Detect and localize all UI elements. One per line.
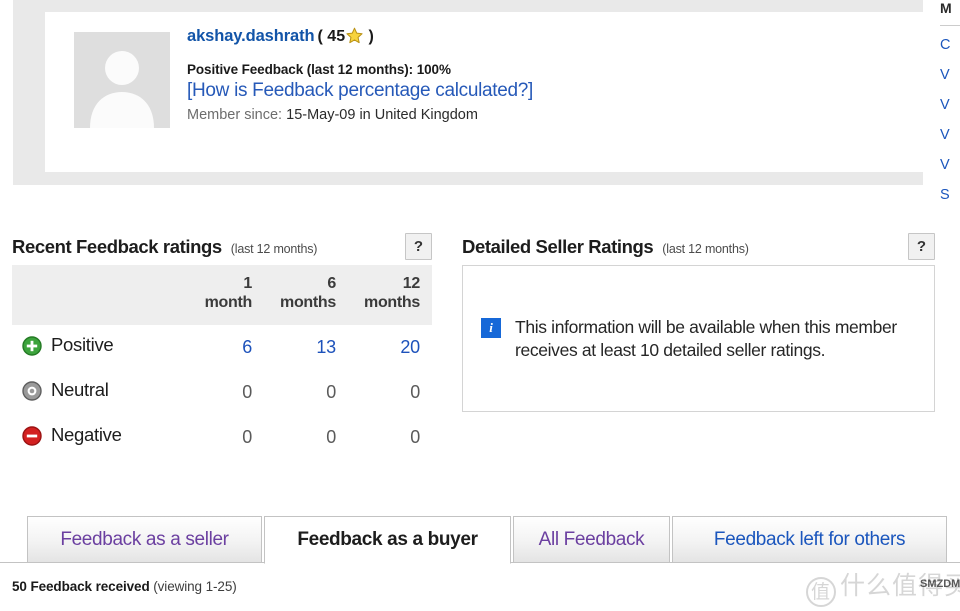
header-12-months: 12 months <box>348 265 432 325</box>
tab-feedback-left-for-others[interactable]: Feedback left for others <box>672 516 947 563</box>
header-1-month: 1 month <box>180 265 264 325</box>
positive-6-months-link[interactable]: 13 <box>316 337 336 357</box>
recent-feedback-table: 1 month 6 months 12 months Positive 6 13… <box>12 265 432 460</box>
member-since-line: Member since: 15-May-09 in United Kingdo… <box>187 107 887 123</box>
feedback-viewing-range: (viewing 1-25) <box>153 579 237 594</box>
profile-info: akshay.dashrath( 45 ) Positive Feedback … <box>187 27 887 123</box>
right-rail-link-6[interactable]: S <box>940 187 960 203</box>
info-icon: i <box>481 318 501 338</box>
header-6-months: 6 months <box>264 265 348 325</box>
username-link[interactable]: akshay.dashrath <box>187 27 315 45</box>
positive-plus-icon <box>22 336 42 361</box>
right-rail-title: M <box>940 0 952 16</box>
recent-feedback-header: Recent Feedback ratings (last 12 months)… <box>12 233 432 260</box>
right-rail-divider <box>940 25 960 26</box>
dsr-title: Detailed Seller Ratings <box>462 235 654 257</box>
feedback-tabs: Feedback as a seller Feedback as a buyer… <box>0 516 960 564</box>
right-rail-link-4[interactable]: V <box>940 127 960 143</box>
neutral-6-months: 0 <box>326 381 336 402</box>
negative-label: Negative <box>51 423 122 445</box>
member-since-label: Member since: <box>187 106 283 123</box>
avatar <box>74 32 170 128</box>
row-label-negative: Negative <box>12 415 180 460</box>
profile-card-band: akshay.dashrath( 45 ) Positive Feedback … <box>13 0 936 185</box>
dsr-message: This information will be available when … <box>515 317 897 361</box>
right-rail-link-2[interactable]: V <box>940 67 960 83</box>
right-rail: M C V V V V S <box>940 0 960 217</box>
header-6-months-num: 6 <box>327 275 336 292</box>
table-row: Neutral 0 0 0 <box>12 370 432 415</box>
score-paren-open: ( <box>317 28 323 45</box>
row-label-neutral: Neutral <box>12 370 180 415</box>
feedback-score: 45 <box>327 28 346 45</box>
negative-1-month: 0 <box>242 426 252 447</box>
positive-1-month-link[interactable]: 6 <box>242 337 252 357</box>
header-12-months-unit: months <box>364 293 420 311</box>
feedback-score-group: ( 45 ) <box>317 27 374 45</box>
username-line: akshay.dashrath( 45 ) <box>187 27 887 49</box>
dsr-subtitle: (last 12 months) <box>662 241 749 256</box>
table-row: Positive 6 13 20 <box>12 325 432 370</box>
row-label-positive: Positive <box>12 325 180 370</box>
tab-all-feedback[interactable]: All Feedback <box>513 516 670 563</box>
right-rail-link-3[interactable]: V <box>940 97 960 113</box>
detailed-seller-ratings-header: Detailed Seller Ratings (last 12 months)… <box>462 233 935 260</box>
member-since-value: 15-May-09 in United Kingdom <box>286 106 478 123</box>
table-row: Negative 0 0 0 <box>12 415 432 460</box>
feedback-received-count: 50 Feedback received <box>12 579 150 594</box>
default-avatar-icon <box>74 32 170 128</box>
watermark-badge: 值 <box>806 577 836 607</box>
yellow-star-icon <box>346 27 363 49</box>
how-feedback-calculated-link[interactable]: [How is Feedback percentage calculated?] <box>187 80 887 102</box>
recent-feedback-title: Recent Feedback ratings <box>12 235 222 257</box>
negative-12-months: 0 <box>410 426 420 447</box>
tab-feedback-as-seller[interactable]: Feedback as a seller <box>27 516 262 563</box>
tab-feedback-as-buyer[interactable]: Feedback as a buyer <box>264 516 511 564</box>
positive-1-month: 6 <box>180 325 264 370</box>
positive-6-months: 13 <box>264 325 348 370</box>
dsr-panel: i This information will be available whe… <box>462 265 935 412</box>
neutral-1-month: 0 <box>242 381 252 402</box>
header-blank <box>12 265 180 325</box>
positive-12-months: 20 <box>348 325 432 370</box>
table-header-row: 1 month 6 months 12 months <box>12 265 432 325</box>
header-1-month-num: 1 <box>243 275 252 292</box>
neutral-12-months: 0 <box>410 381 420 402</box>
positive-label: Positive <box>51 333 114 355</box>
header-1-month-unit: month <box>204 293 253 311</box>
score-paren-close: ) <box>368 28 374 45</box>
neutral-label: Neutral <box>51 378 109 400</box>
negative-minus-icon <box>22 426 42 451</box>
neutral-circle-icon <box>22 381 42 406</box>
header-12-months-num: 12 <box>402 275 421 292</box>
watermark-sub: SMZDM <box>920 578 960 590</box>
recent-feedback-help-button[interactable]: ? <box>405 233 432 260</box>
right-rail-link-5[interactable]: V <box>940 157 960 173</box>
header-6-months-unit: months <box>280 293 336 311</box>
profile-card: akshay.dashrath( 45 ) Positive Feedback … <box>45 12 936 172</box>
right-rail-link-1[interactable]: C <box>940 37 960 53</box>
dsr-help-button[interactable]: ? <box>908 233 935 260</box>
positive-12-months-link[interactable]: 20 <box>400 337 420 357</box>
feedback-count-line: 50 Feedback received (viewing 1-25) <box>12 579 237 594</box>
recent-feedback-subtitle: (last 12 months) <box>230 241 318 256</box>
negative-6-months: 0 <box>326 426 336 447</box>
positive-feedback-text: Positive Feedback (last 12 months): 100% <box>187 61 451 77</box>
